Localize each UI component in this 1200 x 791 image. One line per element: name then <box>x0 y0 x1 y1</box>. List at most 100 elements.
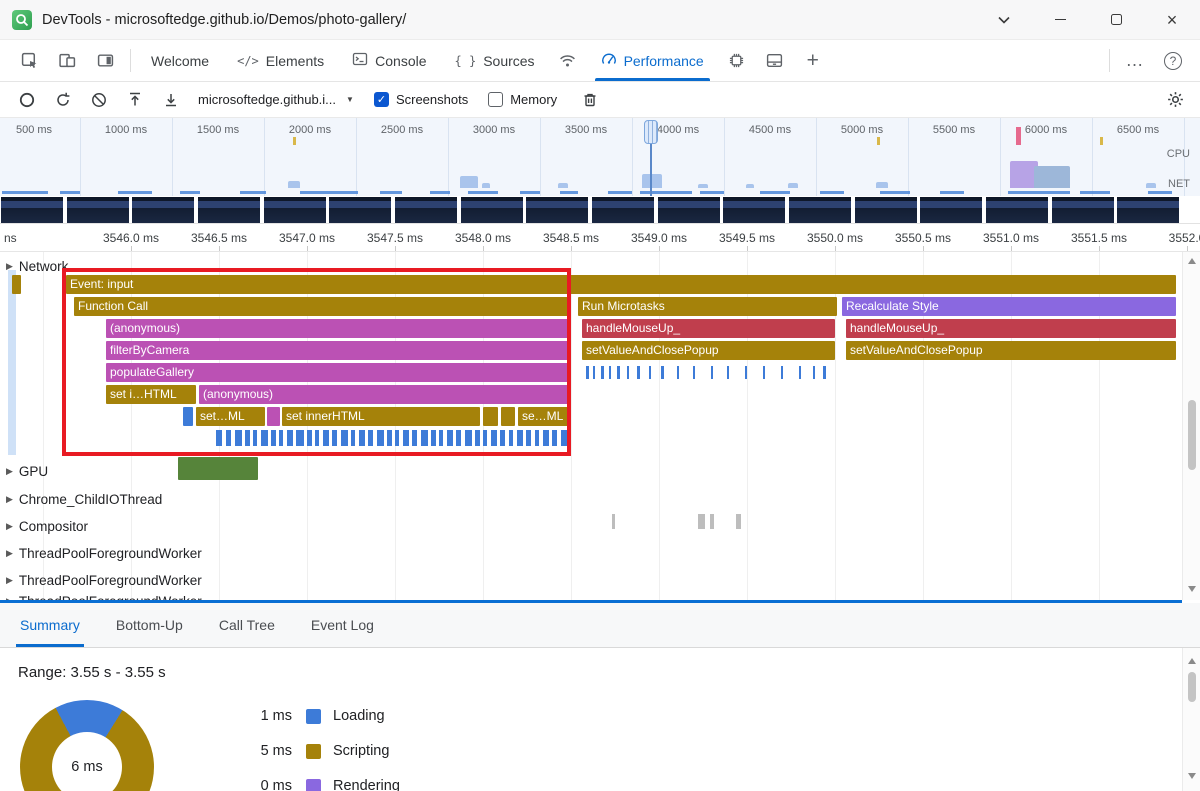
net-activity[interactable] <box>608 191 632 194</box>
flame-bar[interactable]: setValueAndClosePopup <box>582 341 835 360</box>
net-activity[interactable] <box>468 191 498 194</box>
net-activity[interactable] <box>640 191 692 194</box>
cpu-activity[interactable] <box>746 184 754 188</box>
paint-tick[interactable] <box>387 430 392 446</box>
flame-bar[interactable] <box>267 407 280 426</box>
save-profile-button[interactable] <box>154 85 188 115</box>
paint-tick[interactable] <box>253 430 257 446</box>
event-mark[interactable] <box>293 137 296 145</box>
micro-tick[interactable] <box>813 366 815 379</box>
maximize-button[interactable] <box>1088 0 1144 39</box>
flame-bar[interactable]: se…ML <box>518 407 568 426</box>
filmstrip-thumbnail[interactable] <box>395 197 458 223</box>
paint-tick[interactable] <box>245 430 250 446</box>
memory-checkbox[interactable] <box>488 92 504 107</box>
filmstrip-thumbnail[interactable] <box>526 197 589 223</box>
net-activity[interactable] <box>880 191 910 194</box>
paint-tick[interactable] <box>439 430 443 446</box>
paint-tick[interactable] <box>341 430 348 446</box>
screenshots-toggle[interactable]: ✓ Screenshots <box>373 92 468 107</box>
event-mark[interactable] <box>1016 127 1021 145</box>
tab-sources[interactable]: { } Sources <box>441 40 549 81</box>
tab-performance[interactable]: Performance <box>587 40 718 81</box>
filmstrip-thumbnail[interactable] <box>592 197 655 223</box>
track-header[interactable]: ▶ ThreadPoolForegroundWorker <box>6 591 202 601</box>
flame-bar[interactable] <box>12 275 21 294</box>
filmstrip-thumbnail[interactable] <box>263 197 326 223</box>
collapse-triangle-icon[interactable]: ▶ <box>6 466 13 477</box>
paint-tick[interactable] <box>279 430 283 446</box>
filmstrip-thumbnail[interactable] <box>1 197 63 223</box>
paint-tick[interactable] <box>561 430 567 446</box>
micro-tick[interactable] <box>823 366 826 379</box>
collapse-triangle-icon[interactable]: ▶ <box>6 261 13 272</box>
paint-tick[interactable] <box>509 430 513 446</box>
details-tab-call-tree[interactable]: Call Tree <box>219 603 275 647</box>
scroll-up-icon[interactable] <box>1188 258 1196 264</box>
compositor-tick[interactable] <box>698 514 705 529</box>
paint-tick[interactable] <box>447 430 453 446</box>
flame-scrollbar[interactable] <box>1182 252 1200 600</box>
collapse-triangle-icon[interactable]: ▶ <box>6 494 13 505</box>
paint-tick[interactable] <box>500 430 505 446</box>
capture-settings-button[interactable] <box>1158 85 1192 115</box>
flame-bar[interactable] <box>183 407 193 426</box>
timeline-overview[interactable]: 500 ms 1000 ms 1500 ms 2000 ms 2500 ms 3000 m… <box>0 118 1200 224</box>
details-tab-bottom-up[interactable]: Bottom-Up <box>116 603 183 647</box>
track-header[interactable]: ▶ ThreadPoolForegroundWorker <box>6 543 202 563</box>
window-chevron-button[interactable] <box>976 0 1032 39</box>
paint-tick[interactable] <box>483 430 487 446</box>
collapse-triangle-icon[interactable]: ▶ <box>6 521 13 532</box>
micro-tick[interactable] <box>649 366 651 379</box>
net-activity[interactable] <box>380 191 402 194</box>
paint-tick[interactable] <box>377 430 384 446</box>
paint-tick[interactable] <box>287 430 293 446</box>
cpu-activity[interactable] <box>698 184 708 188</box>
filmstrip-thumbnail[interactable] <box>329 197 392 223</box>
micro-tick[interactable] <box>799 366 801 379</box>
net-activity[interactable] <box>520 191 540 194</box>
customize-devtools-button[interactable]: … <box>1116 40 1154 81</box>
paint-tick[interactable] <box>395 430 399 446</box>
details-tab-event-log[interactable]: Event Log <box>311 603 374 647</box>
cpu-activity[interactable] <box>1146 183 1156 188</box>
micro-tick[interactable] <box>745 366 747 379</box>
collapse-triangle-icon[interactable]: ▶ <box>6 575 13 586</box>
net-activity[interactable] <box>760 191 790 194</box>
net-activity[interactable] <box>1080 191 1110 194</box>
track-header[interactable]: ▶ Compositor <box>6 516 88 536</box>
filmstrip-thumbnail[interactable] <box>1117 197 1180 223</box>
flame-chart-area[interactable]: Event: input Function Call Run Microtasks R… <box>0 252 1182 600</box>
filmstrip-thumbnail[interactable] <box>66 197 129 223</box>
collapse-triangle-icon[interactable]: ▶ <box>6 548 13 559</box>
micro-tick[interactable] <box>661 366 664 379</box>
paint-tick[interactable] <box>368 430 373 446</box>
micro-tick[interactable] <box>677 366 679 379</box>
flame-bar[interactable]: (anonymous) <box>199 385 571 404</box>
scrollbar-thumb[interactable] <box>1188 672 1196 702</box>
cpu-activity[interactable] <box>876 182 888 188</box>
network-conditions-icon[interactable] <box>549 40 587 81</box>
flame-bar[interactable]: Run Microtasks <box>578 297 837 316</box>
memory-toggle[interactable]: Memory <box>488 92 557 107</box>
inspect-element-button[interactable] <box>10 40 48 81</box>
cpu-activity[interactable] <box>788 183 798 188</box>
flame-bar[interactable]: Event: input <box>66 275 1176 294</box>
micro-tick[interactable] <box>763 366 765 379</box>
net-activity[interactable] <box>1008 191 1070 194</box>
paint-tick[interactable] <box>307 430 312 446</box>
flame-bar[interactable]: handleMouseUp_ <box>846 319 1176 338</box>
scrollbar-thumb[interactable] <box>1188 400 1196 470</box>
net-activity[interactable] <box>60 191 80 194</box>
paint-tick[interactable] <box>491 430 497 446</box>
screenshots-checkbox[interactable]: ✓ <box>373 92 389 107</box>
tab-welcome[interactable]: Welcome <box>137 40 223 81</box>
cpu-activity[interactable] <box>482 183 490 188</box>
help-button[interactable]: ? <box>1154 40 1192 81</box>
micro-tick[interactable] <box>586 366 589 379</box>
paint-tick[interactable] <box>421 430 428 446</box>
filmstrip-thumbnail[interactable] <box>723 197 786 223</box>
track-header[interactable]: ▶ Chrome_ChildIOThread <box>6 489 162 509</box>
compositor-tick[interactable] <box>612 514 615 529</box>
scroll-up-icon[interactable] <box>1188 658 1196 664</box>
